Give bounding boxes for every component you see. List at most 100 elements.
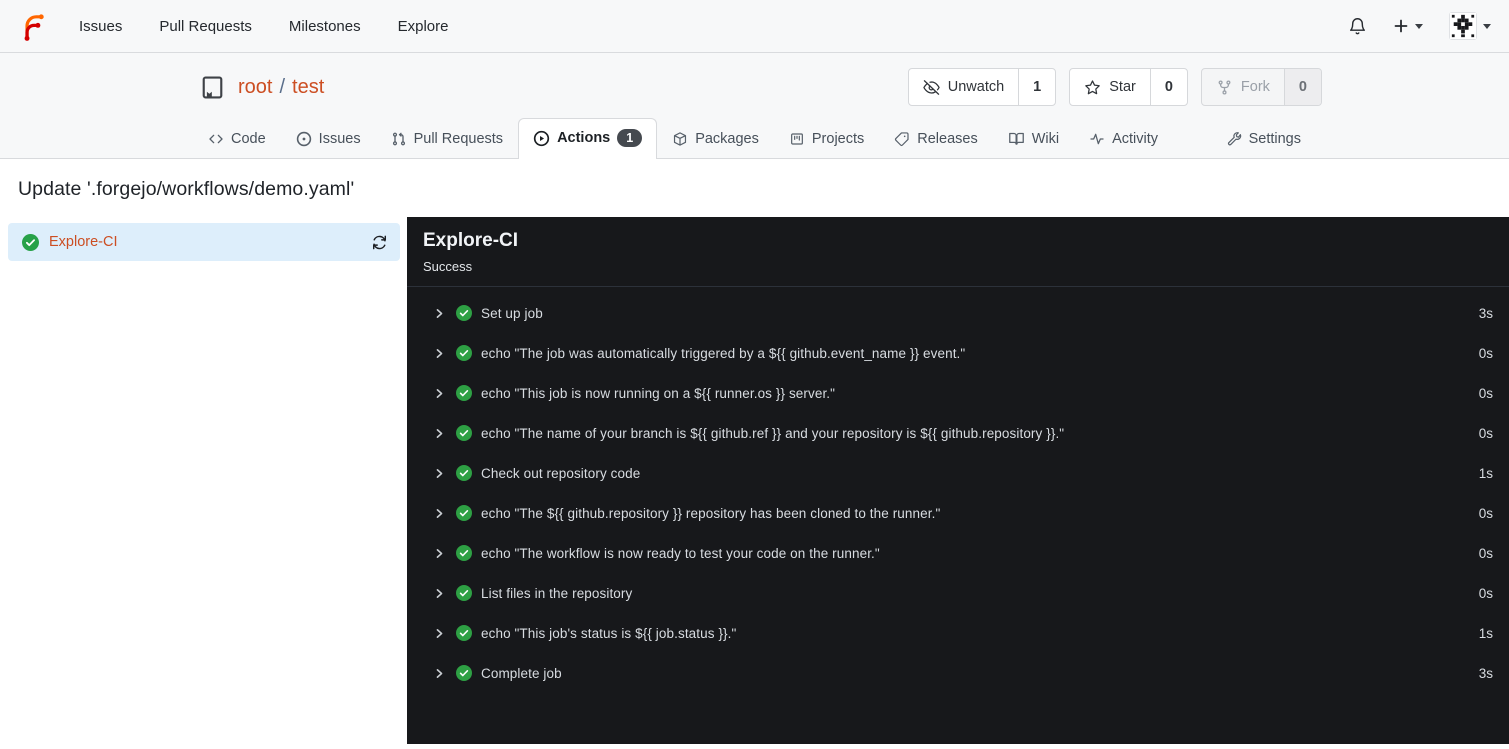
run-step-panel: Explore-CI Success Set up job 3s echo "T… — [407, 217, 1509, 744]
navbar-item-issues[interactable]: Issues — [79, 18, 122, 35]
tab-wiki[interactable]: Wiki — [993, 119, 1074, 158]
top-navbar: Issues Pull Requests Milestones Explore — [0, 0, 1509, 53]
tab-issues-label: Issues — [318, 131, 361, 147]
bell-icon — [1348, 17, 1367, 36]
check-circle-icon — [456, 345, 472, 361]
step-row[interactable]: Complete job 3s — [407, 653, 1509, 693]
step-row[interactable]: echo "The ${{ github.repository }} repos… — [407, 493, 1509, 533]
tab-releases-label: Releases — [917, 131, 978, 147]
plus-icon — [1393, 18, 1409, 34]
tab-pull-requests[interactable]: Pull Requests — [376, 120, 518, 158]
repo-title: root / test — [199, 74, 324, 101]
refresh-icon[interactable] — [371, 234, 388, 251]
step-duration: 3s — [1478, 665, 1493, 681]
chevron-right-icon[interactable] — [433, 547, 446, 560]
user-menu-button[interactable] — [1449, 12, 1491, 40]
chevron-right-icon[interactable] — [433, 347, 446, 360]
step-label: echo "The ${{ github.repository }} repos… — [481, 505, 941, 521]
star-button[interactable]: Star 0 — [1069, 68, 1188, 106]
package-icon — [672, 131, 688, 147]
issue-icon — [296, 131, 312, 147]
run-panel-header: Explore-CI Success — [407, 217, 1509, 287]
repo-path-separator: / — [279, 75, 286, 98]
chevron-right-icon[interactable] — [433, 587, 446, 600]
step-row[interactable]: List files in the repository 0s — [407, 573, 1509, 613]
navbar-item-pull-requests[interactable]: Pull Requests — [159, 18, 252, 35]
step-label: Complete job — [481, 665, 562, 681]
jobs-sidebar: Explore-CI — [0, 217, 407, 744]
unwatch-button[interactable]: Unwatch 1 — [907, 68, 1057, 106]
fork-label: Fork — [1240, 79, 1270, 95]
step-label: List files in the repository — [481, 585, 633, 601]
repo-name-link[interactable]: test — [292, 76, 324, 99]
chevron-right-icon[interactable] — [433, 427, 446, 440]
tab-activity-label: Activity — [1112, 131, 1159, 147]
pull-request-icon — [391, 131, 407, 147]
chevron-right-icon[interactable] — [433, 627, 446, 640]
create-new-button[interactable] — [1393, 18, 1423, 34]
step-duration: 0s — [1478, 385, 1493, 401]
eye-off-icon — [923, 79, 940, 96]
step-row[interactable]: echo "The job was automatically triggere… — [407, 333, 1509, 373]
tab-activity[interactable]: Activity — [1074, 120, 1173, 158]
navbar-item-milestones[interactable]: Milestones — [289, 18, 361, 35]
projects-icon — [789, 131, 805, 147]
step-label: echo "The workflow is now ready to test … — [481, 545, 880, 561]
step-row[interactable]: Set up job 3s — [407, 293, 1509, 333]
forks-count: 0 — [1283, 69, 1321, 105]
star-label: Star — [1109, 79, 1136, 95]
step-duration: 0s — [1478, 585, 1493, 601]
step-row[interactable]: echo "This job is now running on a ${{ r… — [407, 373, 1509, 413]
check-circle-icon — [456, 545, 472, 561]
code-icon — [208, 131, 224, 147]
activity-icon — [1089, 131, 1105, 147]
check-circle-icon — [456, 625, 472, 641]
step-label: echo "The job was automatically triggere… — [481, 345, 966, 361]
repo-owner-link[interactable]: root — [238, 76, 272, 99]
step-duration: 1s — [1478, 465, 1493, 481]
step-row[interactable]: echo "This job's status is ${{ job.statu… — [407, 613, 1509, 653]
tab-pull-requests-label: Pull Requests — [413, 131, 504, 147]
repo-header: root / test Unwatch 1 Star 0 Fork 0 Code… — [0, 53, 1509, 159]
check-circle-icon — [456, 425, 472, 441]
chevron-right-icon[interactable] — [433, 467, 446, 480]
chevron-right-icon[interactable] — [433, 387, 446, 400]
tab-releases[interactable]: Releases — [879, 120, 992, 158]
page-title: Update '.forgejo/workflows/demo.yaml' — [18, 178, 355, 200]
step-label: echo "This job's status is ${{ job.statu… — [481, 625, 737, 641]
tab-projects[interactable]: Projects — [774, 120, 879, 158]
repo-action-buttons: Unwatch 1 Star 0 Fork 0 — [907, 68, 1322, 106]
tab-settings[interactable]: Settings — [1211, 120, 1316, 158]
tab-code[interactable]: Code — [193, 120, 281, 158]
chevron-right-icon[interactable] — [433, 507, 446, 520]
tab-issues[interactable]: Issues — [281, 120, 376, 158]
star-icon — [1084, 79, 1101, 96]
step-row[interactable]: Check out repository code 1s — [407, 453, 1509, 493]
check-circle-icon — [22, 233, 39, 251]
step-duration: 0s — [1478, 545, 1493, 561]
stars-count[interactable]: 0 — [1149, 69, 1187, 105]
forgejo-logo-icon[interactable] — [18, 11, 49, 42]
sidebar-job-explore-ci[interactable]: Explore-CI — [8, 223, 400, 261]
watchers-count[interactable]: 1 — [1018, 69, 1055, 105]
step-row[interactable]: echo "The workflow is now ready to test … — [407, 533, 1509, 573]
tab-actions[interactable]: Actions 1 — [518, 118, 658, 159]
chevron-right-icon[interactable] — [433, 307, 446, 320]
check-circle-icon — [456, 505, 472, 521]
tab-packages[interactable]: Packages — [657, 120, 774, 158]
settings-icon — [1226, 131, 1242, 147]
navbar-item-explore[interactable]: Explore — [398, 18, 449, 35]
chevron-right-icon[interactable] — [433, 667, 446, 680]
notifications-button[interactable] — [1348, 17, 1367, 36]
check-circle-icon — [456, 385, 472, 401]
actions-icon — [533, 130, 550, 147]
tab-settings-label: Settings — [1248, 131, 1301, 147]
tab-projects-label: Projects — [811, 131, 865, 147]
caret-down-icon — [1483, 23, 1491, 29]
step-row[interactable]: echo "The name of your branch is ${{ git… — [407, 413, 1509, 453]
wiki-icon — [1008, 130, 1025, 147]
check-circle-icon — [456, 665, 472, 681]
run-job-title: Explore-CI — [423, 230, 519, 251]
step-duration: 3s — [1478, 305, 1493, 321]
step-label: echo "The name of your branch is ${{ git… — [481, 425, 1065, 441]
